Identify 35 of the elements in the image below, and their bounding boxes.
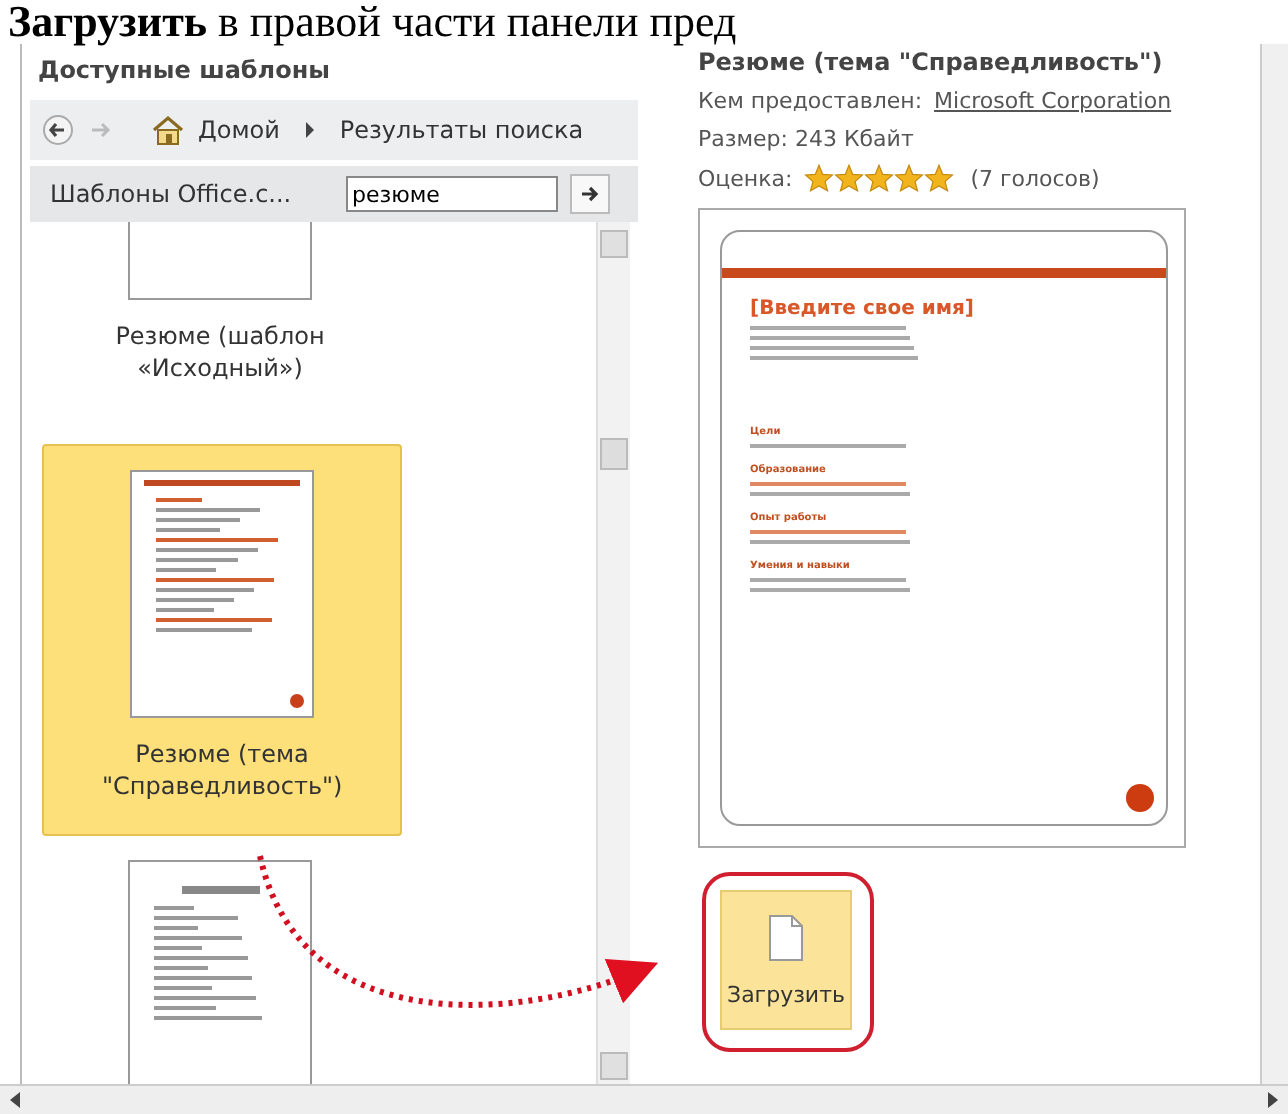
document-icon: [768, 913, 804, 961]
star-icon: [924, 164, 955, 192]
scroll-left-icon[interactable]: [8, 1090, 24, 1110]
panel-title: Доступные шаблоны: [36, 54, 332, 88]
template-item[interactable]: Резюме (тема "Справедливость"): [42, 444, 402, 836]
vote-count: (7 голосов): [970, 165, 1100, 191]
scroll-right-icon[interactable]: [1264, 1090, 1280, 1110]
breadcrumb-link[interactable]: Результаты поиска: [339, 116, 584, 144]
preview-name: [Введите свое имя]: [750, 298, 977, 320]
back-icon[interactable]: [42, 114, 74, 146]
template-name: Резюме (шаблон «Исходный»): [113, 320, 327, 384]
star-icon: [864, 164, 895, 192]
scroll-thumb[interactable]: [600, 438, 628, 470]
template-name: Резюме (тема "Справедливость"): [102, 738, 342, 802]
template-item[interactable]: Резюме (шаблон «Исходный»): [42, 222, 398, 408]
scroll-down-button[interactable]: [600, 1052, 628, 1080]
search-button[interactable]: [570, 174, 610, 214]
search-field[interactable]: резюме: [346, 176, 558, 212]
star-icon: [804, 164, 835, 192]
chevron-icon: [303, 122, 316, 138]
arrow-icon: [580, 184, 600, 204]
provider-label: Кем предоставлен:: [698, 88, 923, 114]
document-text: Загрузить в правой части панели пред: [6, 0, 739, 44]
home-link[interactable]: Домой: [198, 116, 280, 144]
size-text: Размер: 243 Кбайт: [698, 126, 916, 152]
star-icon: [834, 164, 865, 192]
rating-label: Оценка:: [698, 165, 793, 191]
circle-icon: [1126, 784, 1154, 812]
star-icon: [894, 164, 925, 192]
provider-link[interactable]: Microsoft Corporation: [934, 88, 1172, 114]
source-label: Шаблоны Office.c...: [50, 180, 294, 208]
house-icon[interactable]: [150, 114, 186, 146]
scroll-up-button[interactable]: [600, 230, 628, 258]
download-button[interactable]: Загрузить: [720, 890, 852, 1030]
template-title: Резюме (тема "Справедливость"): [698, 48, 1165, 76]
